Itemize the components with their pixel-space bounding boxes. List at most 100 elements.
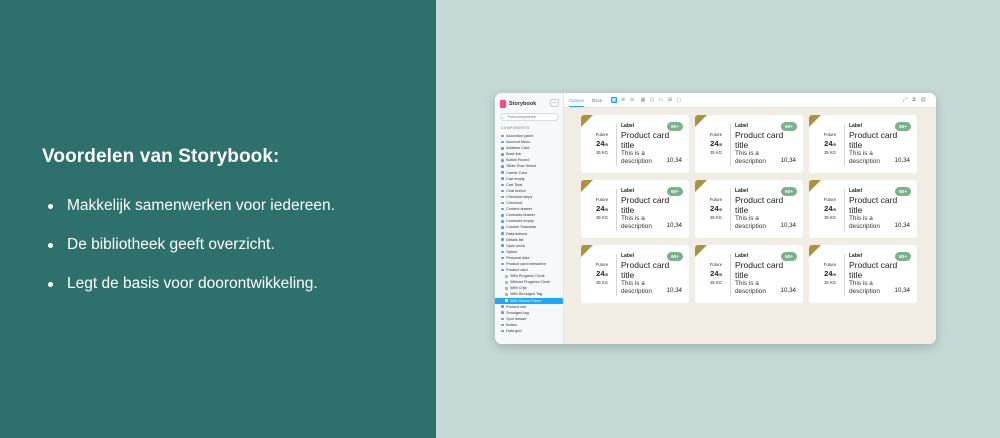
- outline-icon[interactable]: ▢: [676, 97, 682, 103]
- component-icon: [501, 177, 504, 180]
- card-label: Label: [735, 123, 749, 129]
- benefit-list: Makkelijk samenwerken voor iedereen. De …: [48, 196, 335, 313]
- component-icon: [501, 311, 504, 315]
- card-description: This is a description: [735, 215, 766, 230]
- card-description: This is a description: [849, 215, 880, 230]
- delivery-day: 24: [824, 204, 833, 213]
- card-description: This is a description: [849, 150, 880, 165]
- product-card[interactable]: Future 24/5 35 KG Label Product card title Th…: [581, 245, 689, 303]
- benefit-item: Legt de basis voor doorontwikkeling.: [48, 274, 335, 294]
- zoom-in-icon[interactable]: ⊕: [620, 97, 626, 103]
- background-icon[interactable]: ◫: [649, 97, 655, 103]
- product-card[interactable]: Future 24/5 35 KG Label Product card title Th…: [809, 245, 917, 303]
- delivery-day: 24: [596, 139, 605, 148]
- card-divider: [730, 254, 731, 296]
- product-card[interactable]: Future 24/5 35 KG Label Product card title Th…: [581, 115, 689, 173]
- ellipsis-icon[interactable]: ⋯: [550, 99, 559, 107]
- benefit-item: Makkelijk samenwerken voor iedereen.: [48, 196, 335, 216]
- card-label: Label: [849, 253, 863, 259]
- card-price: 10,34: [894, 157, 910, 164]
- product-card[interactable]: Future 24/5 35 KG Label Product card title Th…: [695, 245, 803, 303]
- status-corner-tag: [809, 245, 821, 257]
- component-icon: [501, 238, 504, 241]
- product-card[interactable]: Future 24/5 35 KG Label Product card title Th…: [809, 115, 917, 173]
- component-icon: [501, 329, 504, 333]
- delivery-date: 24/5: [593, 269, 611, 278]
- status-future-label: Future: [709, 132, 723, 137]
- search-input[interactable]: [500, 113, 559, 121]
- card-price: 10,34: [666, 157, 682, 164]
- delivery-month: /5: [604, 142, 608, 147]
- card-divider: [844, 254, 845, 296]
- card-divider: [616, 124, 617, 166]
- component-icon: [501, 146, 504, 150]
- card-price: 10,34: [780, 287, 796, 294]
- card-title: Product card title: [735, 195, 784, 215]
- component-icon: [501, 171, 504, 174]
- component-icon: [501, 317, 504, 321]
- card-price: 10,34: [894, 222, 910, 229]
- age-badge: 60+: [667, 187, 683, 196]
- status-corner-tag: [695, 245, 707, 257]
- card-description: This is a description: [621, 215, 652, 230]
- delivery-month: /5: [832, 272, 836, 277]
- card-label: Label: [621, 123, 635, 129]
- viewport-icon[interactable]: ▭: [658, 97, 664, 103]
- fullscreen-icon[interactable]: ⤢: [902, 97, 908, 103]
- product-card[interactable]: Future 24/5 35 KG Label Product card title Th…: [581, 180, 689, 238]
- product-card[interactable]: Future 24/5 35 KG Label Product card title Th…: [809, 180, 917, 238]
- new-tab-icon[interactable]: ⧉: [911, 97, 917, 103]
- card-price: 10,34: [780, 222, 796, 229]
- component-icon: [501, 244, 504, 248]
- reset-zoom-icon[interactable]: ⊡: [611, 97, 617, 104]
- age-badge: 60+: [895, 122, 911, 131]
- delivery-day: 24: [596, 204, 605, 213]
- component-tree: Accordion panel Account Menu Address Card B…: [495, 133, 563, 334]
- product-weight: 35 KG: [596, 215, 608, 220]
- product-weight: 35 KG: [710, 280, 722, 285]
- product-card[interactable]: Future 24/5 35 KG Label Product card title Th…: [695, 180, 803, 238]
- delivery-day: 24: [824, 269, 833, 278]
- product-card[interactable]: Future 24/5 35 KG Label Product card title Th…: [695, 115, 803, 173]
- delivery-date: 24/5: [593, 139, 611, 148]
- card-title: Product card title: [849, 195, 898, 215]
- sidebar-section-label: COMPONENTS: [501, 126, 530, 130]
- link-icon[interactable]: ⛓: [920, 97, 926, 103]
- storybook-brand-name: Storybook: [509, 101, 537, 107]
- card-title: Product card title: [735, 130, 784, 150]
- benefit-text: Makkelijk samenwerken voor iedereen.: [67, 197, 335, 214]
- benefit-item: De bibliotheek geeft overzicht.: [48, 235, 335, 255]
- slide-headline: Voordelen van Storybook:: [42, 146, 280, 167]
- delivery-day: 24: [710, 269, 719, 278]
- story-canvas: Future 24/5 35 KG Label Product card title Th…: [564, 108, 936, 344]
- benefit-text: De bibliotheek geeft overzicht.: [67, 236, 275, 253]
- tab-canvas[interactable]: Canvas: [569, 96, 584, 107]
- zoom-out-icon[interactable]: ⊖: [629, 97, 635, 103]
- status-corner-tag: [581, 245, 593, 257]
- status-future-label: Future: [595, 132, 609, 137]
- component-icon: [501, 165, 504, 168]
- measure-icon[interactable]: ⊞: [667, 97, 673, 103]
- delivery-date: 24/5: [821, 269, 839, 278]
- card-title: Product card title: [735, 260, 784, 280]
- component-icon: [501, 134, 504, 138]
- sidebar-component-item[interactable]: Data grid: [495, 328, 563, 334]
- age-badge: 60+: [895, 252, 911, 261]
- delivery-month: /5: [718, 272, 722, 277]
- component-icon: [501, 195, 504, 199]
- delivery-month: /5: [832, 142, 836, 147]
- grid-icon[interactable]: ▦: [640, 97, 646, 103]
- slide-text-panel: Voordelen van Storybook: Makkelijk samen…: [0, 0, 436, 438]
- component-icon: [501, 159, 504, 162]
- component-icon: [501, 213, 504, 217]
- card-label: Label: [735, 188, 749, 194]
- tab-docs[interactable]: Docs: [592, 96, 602, 106]
- component-icon: [501, 220, 504, 223]
- product-weight: 35 KG: [596, 150, 608, 155]
- card-label: Label: [849, 188, 863, 194]
- card-description: This is a description: [735, 280, 766, 295]
- status-corner-tag: [581, 180, 593, 192]
- age-badge: 60+: [667, 252, 683, 261]
- component-icon: [501, 256, 504, 260]
- delivery-month: /5: [832, 207, 836, 212]
